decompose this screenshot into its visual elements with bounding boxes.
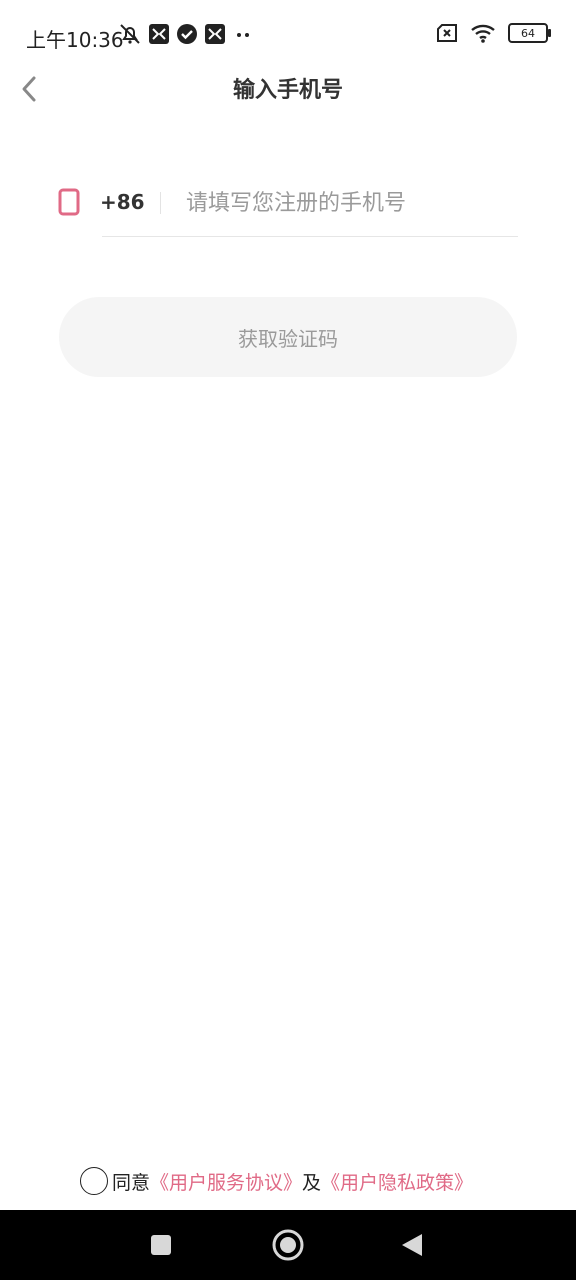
country-code[interactable]: +86 [100, 190, 145, 214]
status-time: 上午10:36 [26, 28, 124, 52]
agree-prefix: 同意 [112, 1171, 151, 1194]
get-code-button[interactable]: 获取验证码 [59, 297, 517, 377]
more-dots-icon [237, 33, 249, 37]
header: 输入手机号 [0, 62, 576, 116]
phone-input-row: +86 [58, 172, 518, 236]
page-title: 输入手机号 [232, 78, 343, 103]
agreement-row: 同意 《用户服务协议》 及 《用户隐私政策》 [80, 1164, 473, 1198]
agree-checkbox[interactable] [80, 1167, 108, 1195]
home-circle-icon[interactable] [271, 1228, 305, 1262]
sim-off-icon [437, 24, 457, 42]
wifi-icon [471, 24, 495, 43]
terms-link[interactable]: 《用户服务协议》 [150, 1168, 302, 1195]
bell-off-icon [120, 24, 140, 44]
battery-level: 64 [521, 26, 535, 40]
app-icon [149, 24, 169, 44]
phone-icon [58, 188, 80, 216]
privacy-link[interactable]: 《用户隐私政策》 [321, 1168, 473, 1195]
phone-number-input[interactable] [186, 184, 506, 222]
status-icons-right: 64 [436, 22, 551, 44]
input-underline [102, 236, 518, 237]
agree-conjunction: 及 [302, 1171, 322, 1194]
country-code-divider [160, 192, 161, 214]
check-circle-icon [177, 24, 197, 44]
recents-square-icon[interactable] [150, 1234, 172, 1256]
app-icon [205, 24, 225, 44]
back-triangle-icon[interactable] [400, 1232, 424, 1258]
battery-icon: 64 [508, 23, 551, 43]
status-icons-left [118, 22, 254, 46]
navigation-bar [0, 1210, 576, 1280]
